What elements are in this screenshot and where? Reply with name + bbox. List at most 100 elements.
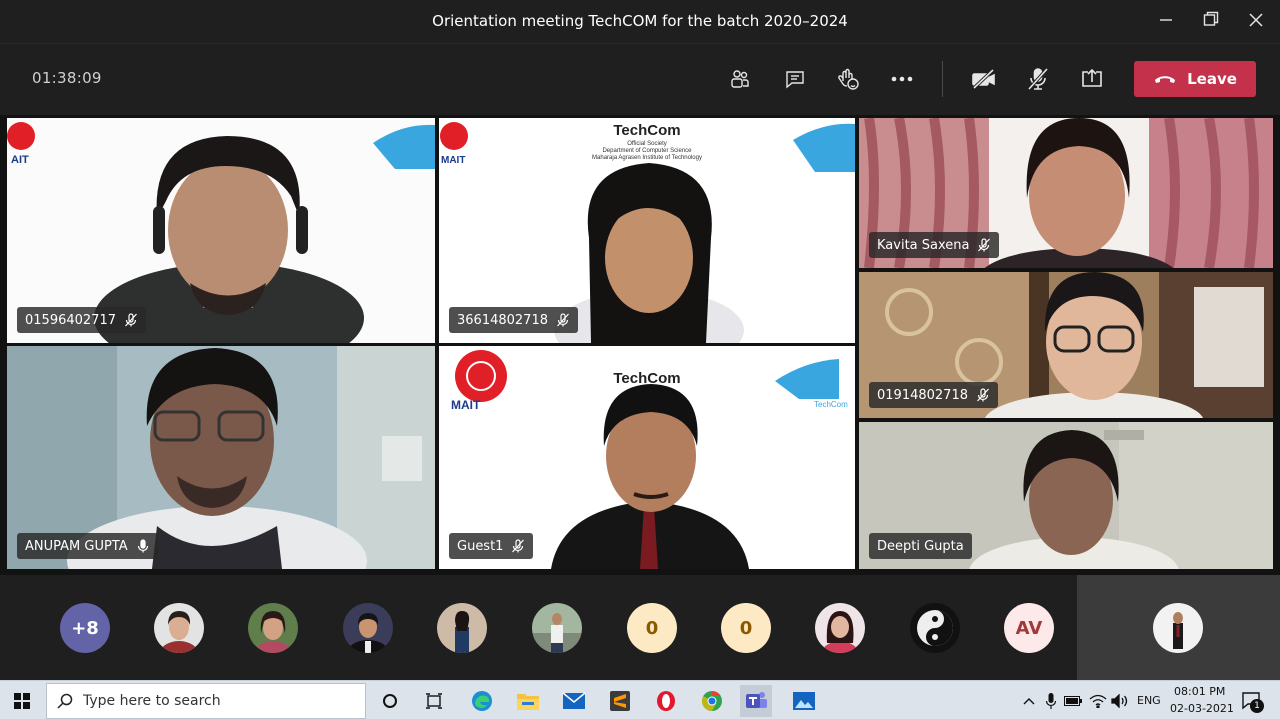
os-taskbar: Type here to search ENG 08:01 PM 02-03-2… [0,680,1280,719]
share-screen-button[interactable] [1076,63,1108,95]
participant-tile[interactable]: MAIT TechCom Official Society Department… [439,118,855,343]
mic-muted-icon [1027,67,1049,91]
raise-hand-button[interactable] [832,63,864,95]
camera-toggle-button[interactable] [968,63,1000,95]
participant-name: ANUPAM GUPTA [25,538,128,554]
slide-subtitle-line: Official Society [627,141,667,147]
svg-text:AIT: AIT [11,154,29,166]
taskbar-app-mail[interactable] [558,685,590,717]
avatar-photo [154,603,204,653]
avatar[interactable] [437,603,487,653]
avatar-initials[interactable]: 0 [627,603,677,653]
participant-name-tag: 01596402717 [17,307,146,333]
start-button[interactable] [6,685,38,717]
taskbar-app-chrome[interactable] [696,685,728,717]
edge-browser-icon [472,691,492,711]
minimize-button[interactable] [1152,8,1180,36]
participant-name: Kavita Saxena [877,237,970,253]
input-language[interactable]: ENG [1137,694,1161,707]
techcom-logo-text: TechCom [814,400,848,409]
taskbar-app-opera[interactable] [650,685,682,717]
leave-button[interactable]: Leave [1134,61,1256,97]
participant-name-tag: 01914802718 [869,382,998,408]
participant-tile[interactable]: ANUPAM GUPTA [7,346,435,569]
participants-button[interactable] [724,63,756,95]
mic-muted-icon [977,388,989,402]
participant-name-tag: Guest1 [449,533,534,559]
mic-muted-icon [557,313,569,327]
taskbar-search[interactable]: Type here to search [46,683,366,719]
tray-clock-date[interactable]: 02-03-2021 [1170,702,1234,715]
participant-name-tag: ANUPAM GUPTA [17,533,158,559]
avatar[interactable] [248,603,298,653]
avatar[interactable] [532,603,582,653]
task-view-icon [426,693,442,709]
avatar[interactable] [343,603,393,653]
share-screen-icon [1082,68,1102,87]
meeting-timer: 01:38:09 [32,69,102,87]
opera-icon [657,691,675,711]
participant-tile[interactable]: TechCom MAIT TechCom Guest1 [439,346,855,569]
participant-tile[interactable]: 01914802718 [859,272,1273,418]
tray-wifi[interactable] [1088,685,1108,717]
avatar[interactable] [815,603,865,653]
mic-muted-icon [125,313,137,327]
chevron-up-icon [1023,698,1035,705]
teams-icon [746,692,767,708]
windows-logo-icon [14,693,30,709]
overflow-participants-badge[interactable]: +8 [60,603,110,653]
restore-button[interactable] [1197,8,1225,36]
self-view [1077,575,1280,680]
taskbar-app-photos[interactable] [788,685,820,717]
show-hidden-icons-button[interactable] [1020,685,1038,717]
participant-name: Guest1 [457,538,504,554]
chrome-icon [701,690,722,712]
participant-tile[interactable]: AIT 01596402717 [7,118,435,343]
participant-name: Deepti Gupta [877,538,964,554]
participants-icon [731,70,749,88]
avatar[interactable] [154,603,204,653]
participant-name-tag: 36614802718 [449,307,578,333]
microphone-icon [1046,693,1056,709]
cortana-icon [383,694,397,708]
participant-tile[interactable]: Kavita Saxena [859,118,1273,268]
avatar-photo [437,603,487,653]
battery-icon [1064,696,1082,706]
slide-subtitle-line: Maharaja Agrasen Institute of Technology [592,155,702,161]
phone-hangup-icon [1155,76,1176,83]
self-avatar[interactable] [1153,603,1203,653]
taskbar-app-edge[interactable] [466,685,498,717]
avatar-initials[interactable]: 0 [721,603,771,653]
sublime-text-icon [610,691,630,711]
chat-button[interactable] [779,63,811,95]
close-button[interactable] [1242,8,1270,36]
avatar[interactable] [910,603,960,653]
avatar-photo [343,603,393,653]
taskbar-app-explorer[interactable] [512,685,544,717]
tray-microphone[interactable] [1042,685,1060,717]
close-icon [1249,13,1263,27]
meeting-toolbar: 01:38:09 Leave [0,45,1280,115]
taskbar-app-sublime[interactable] [604,685,636,717]
avatar-photo [815,603,865,653]
minimize-icon [1160,19,1172,21]
restore-icon [1203,11,1219,26]
video-stage: AIT 01596402717 MAIT TechCom Official So… [0,115,1280,575]
tray-battery[interactable] [1062,685,1084,717]
avatar-initials[interactable]: AV [1004,603,1054,653]
action-center-button[interactable]: 1 [1236,685,1268,717]
chat-icon [786,71,804,89]
more-options-button[interactable] [886,63,918,95]
window-title: Orientation meeting TechCOM for the batc… [432,12,848,30]
tray-volume[interactable] [1110,685,1130,717]
participant-tile[interactable]: Deepti Gupta [859,422,1273,569]
search-placeholder: Type here to search [83,693,221,709]
avatar-photo [248,603,298,653]
wifi-icon [1089,694,1107,708]
participant-name: 36614802718 [457,312,548,328]
task-view-button[interactable] [418,685,450,717]
mic-toggle-button[interactable] [1022,63,1054,95]
tray-clock-time[interactable]: 08:01 PM [1174,685,1225,698]
cortana-button[interactable] [374,685,406,717]
taskbar-app-teams[interactable] [740,685,772,717]
